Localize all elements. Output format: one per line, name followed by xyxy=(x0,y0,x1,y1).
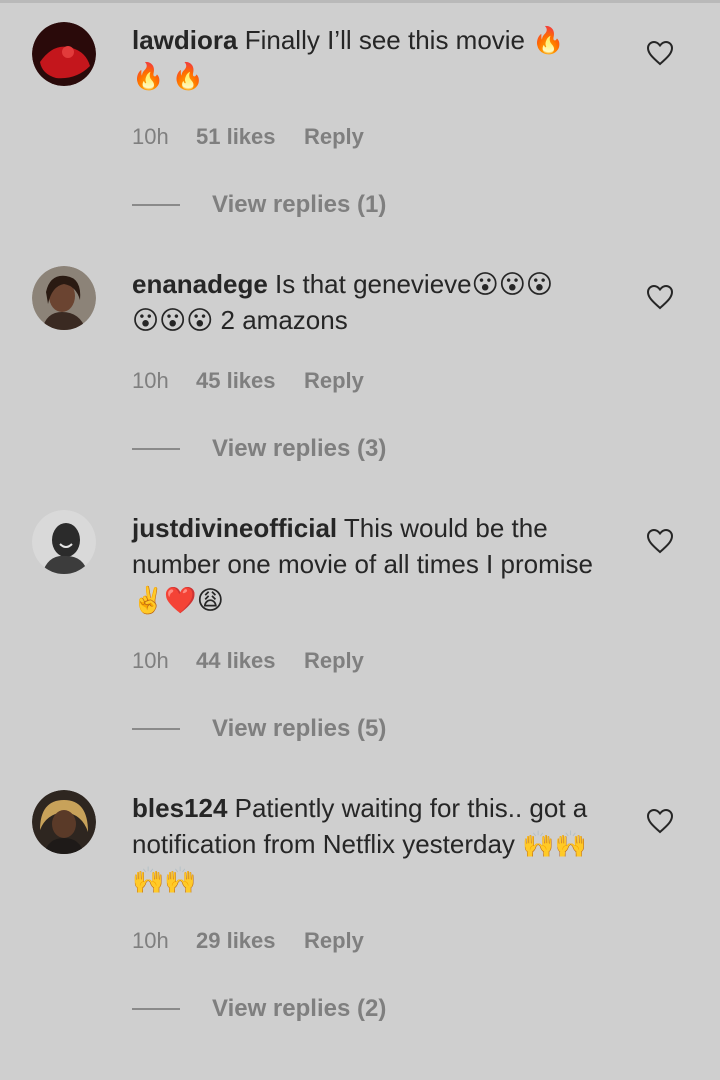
like-heart-icon[interactable] xyxy=(646,284,674,310)
comment-time: 10h xyxy=(132,648,169,673)
view-replies-button[interactable]: View replies (2) xyxy=(212,995,386,1023)
comment-text: enanadege Is that genevieve😮😮😮 😮😮😮 2 ama… xyxy=(132,266,612,338)
username[interactable]: bles124 xyxy=(132,793,227,823)
likes-count[interactable]: 44 likes xyxy=(196,648,304,674)
likes-count[interactable]: 51 likes xyxy=(196,124,304,150)
comment-text: bles124 Patiently waiting for this.. got… xyxy=(132,790,612,898)
comment-meta: 10h 44 likes Reply xyxy=(132,648,364,674)
comment-meta: 10h 29 likes Reply xyxy=(132,928,364,954)
likes-count[interactable]: 29 likes xyxy=(196,928,304,954)
like-heart-icon[interactable] xyxy=(646,808,674,834)
view-replies-button[interactable]: View replies (1) xyxy=(212,191,386,219)
like-heart-icon[interactable] xyxy=(646,528,674,554)
comment-time: 10h xyxy=(132,368,169,393)
username[interactable]: lawdiora xyxy=(132,25,237,55)
comment-time: 10h xyxy=(132,928,169,953)
comment-meta: 10h 51 likes Reply xyxy=(132,124,364,150)
replies-divider xyxy=(132,728,180,730)
reply-button[interactable]: Reply xyxy=(304,928,364,954)
top-divider xyxy=(0,0,720,3)
reply-button[interactable]: Reply xyxy=(304,124,364,150)
reply-button[interactable]: Reply xyxy=(304,368,364,394)
comment-time: 10h xyxy=(132,124,169,149)
replies-divider xyxy=(132,204,180,206)
likes-count[interactable]: 45 likes xyxy=(196,368,304,394)
avatar[interactable] xyxy=(32,266,96,330)
replies-divider xyxy=(132,448,180,450)
comment-meta: 10h 45 likes Reply xyxy=(132,368,364,394)
username[interactable]: justdivineofficial xyxy=(132,513,337,543)
view-replies-button[interactable]: View replies (3) xyxy=(212,435,386,463)
like-heart-icon[interactable] xyxy=(646,40,674,66)
avatar[interactable] xyxy=(32,510,96,574)
reply-button[interactable]: Reply xyxy=(304,648,364,674)
comment-text: justdivineofficial This would be the num… xyxy=(132,510,612,618)
view-replies-button[interactable]: View replies (5) xyxy=(212,715,386,743)
username[interactable]: enanadege xyxy=(132,269,268,299)
avatar[interactable] xyxy=(32,22,96,86)
comment-text: lawdiora Finally I’ll see this movie 🔥 🔥… xyxy=(132,22,612,94)
avatar[interactable] xyxy=(32,790,96,854)
replies-divider xyxy=(132,1008,180,1010)
